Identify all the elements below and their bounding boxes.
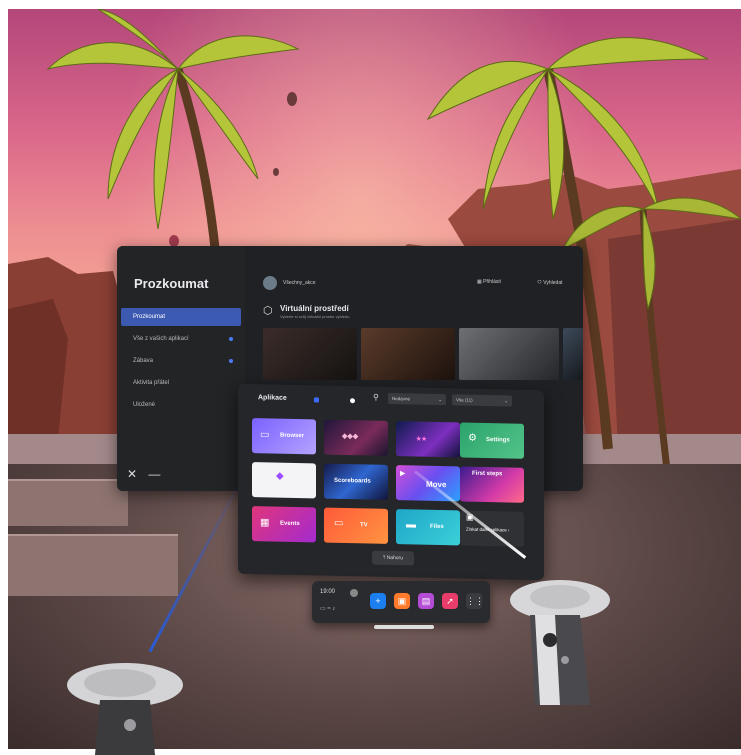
apps-grid-icon[interactable]: ⋮⋮ bbox=[466, 593, 484, 609]
play-icon: ▶ bbox=[400, 470, 406, 478]
sidebar-item-friends[interactable]: Aktivita přátel bbox=[121, 374, 241, 392]
gear-icon: ⚙ bbox=[468, 432, 477, 444]
right-controller bbox=[510, 580, 610, 705]
search-icon: ○ bbox=[537, 277, 542, 286]
stairs-lower bbox=[8, 534, 178, 596]
chat-icon[interactable]: ▤ bbox=[418, 593, 434, 609]
environment-thumbnail[interactable] bbox=[459, 328, 559, 380]
app-library-panel: Aplikace ⚲ Nedávné ⌄ Vše (11) ⌄ ▭ Browse… bbox=[238, 383, 544, 581]
chevron-down-icon: ⌄ bbox=[504, 398, 508, 404]
explore-title: Prozkoumat bbox=[134, 276, 209, 291]
environment-thumbnail[interactable] bbox=[361, 328, 455, 380]
app-tile-game-1[interactable]: ◆◆◆ bbox=[324, 419, 388, 456]
app-tile-app[interactable]: ◆ bbox=[252, 462, 316, 499]
sort-dropdown[interactable]: Nedávné ⌄ bbox=[388, 392, 446, 406]
app-tile-events[interactable]: ▦ Events bbox=[252, 506, 316, 543]
share-icon[interactable]: ➚ bbox=[442, 593, 458, 609]
stairs bbox=[8, 479, 128, 526]
clock: 19:00 bbox=[320, 589, 336, 595]
sidebar-item-label: Vše z vašich aplikací bbox=[133, 336, 189, 342]
environment-thumbnail[interactable] bbox=[563, 328, 583, 380]
app-tile-label: Browser bbox=[280, 432, 305, 440]
notification-dot bbox=[229, 359, 233, 363]
environment-icon: ⬡ bbox=[263, 305, 273, 317]
calendar-icon: ▦ bbox=[260, 517, 270, 529]
sidebar-item-entertainment[interactable]: Zábava bbox=[121, 352, 241, 370]
scroll-up-label: Nahoru bbox=[386, 554, 403, 562]
app-tile-tv[interactable]: ▭ TV bbox=[324, 507, 388, 544]
store-icon[interactable]: ▣ bbox=[394, 593, 410, 609]
view-toggle[interactable] bbox=[314, 397, 319, 403]
avatar[interactable] bbox=[350, 589, 358, 597]
sidebar-item-label: Prozkoumat bbox=[133, 314, 166, 320]
header-action-label: Vyhledat bbox=[543, 280, 563, 286]
explore-sidebar: Prozkoumat Prozkoumat Vše z vašich aplik… bbox=[117, 246, 245, 491]
window-controls: ✕ — bbox=[127, 467, 160, 481]
search-icon[interactable]: ⚲ bbox=[373, 393, 379, 402]
universal-menu-dock: 19:00 ▭ ≈ ♪ + ▣ ▤ ➚ ⋮⋮ bbox=[312, 581, 490, 623]
app-tile-files[interactable]: ▬ Files bbox=[396, 509, 460, 546]
tv-icon: ▭ bbox=[334, 517, 344, 530]
environment-thumbnail[interactable] bbox=[263, 328, 357, 380]
app-tile-label: First steps bbox=[472, 470, 503, 478]
user-name: Všechny_akce bbox=[283, 280, 316, 286]
app-tile-first-steps[interactable]: First steps bbox=[460, 466, 524, 503]
header-action-label: Přihlásit bbox=[483, 279, 501, 285]
sidebar-item-prozkoumat[interactable]: Prozkoumat bbox=[121, 308, 241, 326]
app-tile-scoreboards[interactable]: Scoreboards bbox=[324, 463, 388, 500]
minimize-icon[interactable]: — bbox=[148, 467, 160, 481]
app-logo: ◆ bbox=[276, 470, 284, 482]
dock-handle[interactable] bbox=[374, 625, 434, 629]
game-cover-2: ★★ bbox=[416, 436, 427, 443]
sidebar-item-label: Zábava bbox=[133, 358, 154, 364]
folder-icon: ▬ bbox=[406, 519, 416, 531]
status-icons: ▭ ≈ ♪ bbox=[320, 606, 336, 612]
filter-dropdown[interactable]: Vše (11) ⌄ bbox=[452, 394, 512, 407]
arrow-up-icon: ⤒ bbox=[382, 554, 386, 561]
sort-dropdown-value: Nedávné bbox=[392, 396, 411, 402]
app-tile-game-2[interactable]: ★★ bbox=[396, 421, 460, 458]
app-tile-label: Scoreboards bbox=[334, 477, 371, 485]
add-icon[interactable]: + bbox=[370, 593, 386, 609]
library-title: Aplikace bbox=[258, 394, 287, 402]
sidebar-item-apps[interactable]: Vše z vašich aplikací bbox=[121, 330, 241, 348]
grid-icon: ▦ bbox=[477, 279, 482, 285]
user-avatar[interactable] bbox=[263, 276, 277, 290]
app-tile-label: Events bbox=[280, 520, 300, 528]
view-toggle-alt[interactable] bbox=[350, 398, 355, 404]
app-tile-browser[interactable]: ▭ Browser bbox=[252, 418, 316, 455]
scroll-up-button[interactable]: ⤒ Nahoru bbox=[372, 550, 414, 566]
app-tile-label: Settings bbox=[486, 436, 510, 444]
app-tile-label: TV bbox=[360, 522, 368, 529]
left-controller bbox=[67, 663, 183, 755]
section-subtitle: Vyberte si svůj virtuální prostor výhled… bbox=[280, 314, 350, 319]
notification-dot bbox=[229, 337, 233, 341]
sidebar-item-saved[interactable]: Uložené bbox=[121, 396, 241, 414]
sidebar-item-label: Uložené bbox=[133, 402, 156, 408]
app-tile-label: Files bbox=[430, 523, 444, 531]
game-cover-1: ◆◆◆ bbox=[342, 432, 359, 441]
header-action-search[interactable]: ○ Vyhledat bbox=[537, 277, 563, 286]
close-icon[interactable]: ✕ bbox=[127, 467, 137, 481]
filter-dropdown-value: Vše (11) bbox=[456, 397, 473, 403]
chevron-down-icon: ⌄ bbox=[438, 396, 442, 403]
section-title: Virtuální prostředí bbox=[280, 304, 349, 313]
header-action-login[interactable]: ▦ Přihlásit bbox=[477, 279, 501, 285]
sidebar-item-label: Aktivita přátel bbox=[133, 380, 170, 386]
app-tile-settings[interactable]: ⚙ Settings bbox=[460, 422, 524, 459]
browser-icon: ▭ bbox=[260, 429, 270, 441]
